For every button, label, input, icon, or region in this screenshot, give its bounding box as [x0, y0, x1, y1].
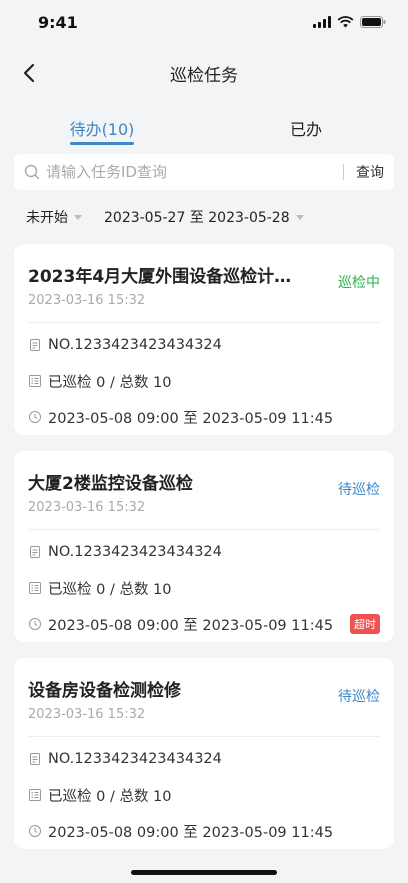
- clock-icon: [29, 411, 41, 423]
- task-created-date: 2023-03-16 15:32: [28, 293, 146, 308]
- task-status: 巡检中: [338, 275, 380, 291]
- status-time: 9:41: [38, 12, 78, 32]
- list-icon: [29, 582, 41, 594]
- overtime-badge: 超时: [350, 614, 380, 634]
- search-button[interactable]: 查询: [356, 162, 384, 182]
- task-title: 2023年4月大厦外围设备巡检计划...: [28, 267, 308, 287]
- task-status: 待巡检: [338, 689, 380, 705]
- task-number: NO.1233423423434324: [48, 337, 222, 353]
- chevron-left-icon: [23, 63, 35, 83]
- date-range-label: 2023-05-27 至 2023-05-28: [104, 210, 290, 226]
- date-range-filter[interactable]: 2023-05-27 至 2023-05-28: [104, 207, 304, 227]
- tab-todo-label: 待办(10): [69, 120, 135, 139]
- document-icon: [30, 753, 40, 765]
- clock-icon: [29, 825, 41, 837]
- status-bar: 9:41: [0, 0, 408, 44]
- page-title: 巡检任务: [170, 65, 238, 86]
- task-progress: 已巡检 0 / 总数 10: [48, 374, 172, 391]
- divider: [28, 322, 380, 323]
- task-title: 设备房设备检测检修: [28, 681, 181, 701]
- caret-down-icon: [295, 214, 304, 220]
- divider: [28, 736, 380, 737]
- search-divider: [343, 164, 344, 180]
- divider: [28, 529, 380, 530]
- wifi-icon: [337, 16, 354, 28]
- tab-bar: 待办(10) 已办: [0, 102, 408, 154]
- task-progress: 已巡检 0 / 总数 10: [48, 581, 172, 598]
- filter-bar: 未开始 2023-05-27 至 2023-05-28: [0, 190, 408, 244]
- task-number: NO.1233423423434324: [48, 544, 222, 560]
- task-created-date: 2023-03-16 15:32: [28, 707, 146, 722]
- back-button[interactable]: [14, 58, 44, 88]
- task-number: NO.1233423423434324: [48, 751, 222, 767]
- search-input[interactable]: [46, 163, 331, 181]
- task-card[interactable]: 大厦2楼监控设备巡检 2023-03-16 15:32 待巡检 NO.12334…: [14, 451, 394, 642]
- home-indicator: [131, 870, 277, 875]
- document-icon: [30, 546, 40, 558]
- list-icon: [29, 789, 41, 801]
- task-title: 大厦2楼监控设备巡检: [28, 474, 193, 494]
- tab-todo[interactable]: 待办(10): [0, 102, 204, 154]
- task-card[interactable]: 设备房设备检测检修 2023-03-16 15:32 待巡检 NO.123342…: [14, 658, 394, 849]
- battery-icon: [360, 16, 386, 28]
- signal-icon: [313, 16, 331, 28]
- search-icon: [24, 164, 40, 180]
- task-time-range: 2023-05-08 09:00 至 2023-05-09 11:45: [48, 410, 334, 427]
- document-icon: [30, 339, 40, 351]
- caret-down-icon: [74, 214, 82, 220]
- tab-done[interactable]: 已办: [204, 102, 408, 154]
- list-icon: [29, 375, 41, 387]
- nav-bar: 巡检任务: [0, 44, 408, 102]
- tab-done-label: 已办: [289, 120, 322, 139]
- task-progress: 已巡检 0 / 总数 10: [48, 788, 172, 805]
- task-time-range: 2023-05-08 09:00 至 2023-05-09 11:45: [48, 617, 334, 634]
- clock-icon: [29, 618, 41, 630]
- task-time-range: 2023-05-08 09:00 至 2023-05-09 11:45: [48, 824, 334, 841]
- status-icons: [313, 16, 386, 28]
- status-filter[interactable]: 未开始: [26, 207, 82, 227]
- task-card[interactable]: 2023年4月大厦外围设备巡检计划... 2023-03-16 15:32 巡检…: [14, 244, 394, 435]
- search-bar: 查询: [14, 154, 394, 190]
- task-status: 待巡检: [338, 482, 380, 498]
- task-created-date: 2023-03-16 15:32: [28, 500, 146, 515]
- status-filter-label: 未开始: [26, 210, 68, 226]
